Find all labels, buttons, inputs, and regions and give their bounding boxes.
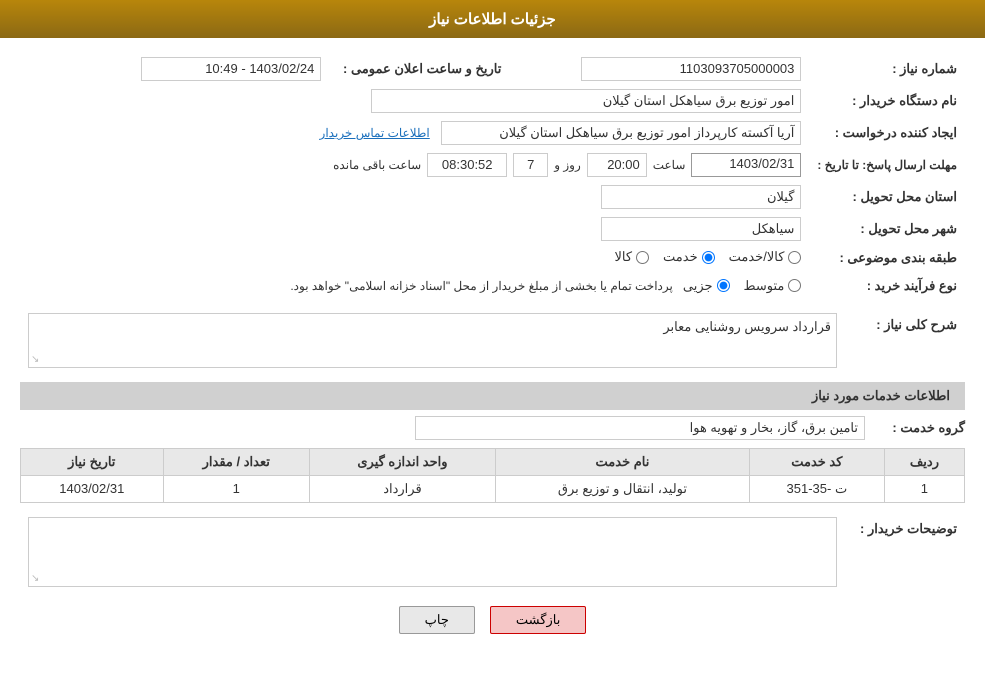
print-button[interactable]: چاپ: [399, 606, 475, 634]
shomare-niaz-value: 1103093705000003: [581, 57, 801, 81]
shahr-value: سیاهکل: [601, 217, 801, 241]
col-radif: ردیف: [884, 448, 964, 475]
radio-kala-khadamat[interactable]: کالا/خدمت: [729, 249, 802, 265]
mohlat-label: مهلت ارسال پاسخ: تا تاریخ :: [809, 149, 965, 181]
cell-radif: 1: [884, 475, 964, 502]
tarikh-label: تاریخ و ساعت اعلان عمومی :: [329, 53, 509, 85]
farayand-note: پرداخت تمام یا بخشی از مبلغ خریدار از مح…: [290, 275, 673, 297]
col-code: کد خدمت: [749, 448, 884, 475]
ostan-value: گیلان: [601, 185, 801, 209]
saat-label: ساعت: [653, 158, 686, 172]
ijad-label: ایجاد کننده درخواست :: [809, 117, 965, 149]
cell-name: تولید، انتقال و توزیع برق: [496, 475, 750, 502]
group-label: گروه خدمت :: [875, 420, 965, 436]
mohlat-date: 1403/02/31: [691, 153, 801, 177]
mohlat-saat: 20:00: [587, 153, 647, 177]
nam-dastgah-value: امور توزیع برق سیاهکل استان گیلان: [371, 89, 801, 113]
page-title: جزئیات اطلاعات نیاز: [429, 11, 556, 28]
back-button[interactable]: بازگشت: [490, 606, 586, 634]
radio-khadamat[interactable]: خدمت: [663, 249, 715, 265]
sharh-label: شرح کلی نیاز :: [845, 309, 965, 372]
ostan-label: استان محل تحویل :: [809, 181, 965, 213]
cell-count: 1: [163, 475, 309, 502]
ijad-value: آریا آکسته کارپرداز امور توزیع برق سیاهک…: [441, 121, 801, 145]
services-table: ردیف کد خدمت نام خدمت واحد اندازه گیری ت…: [20, 448, 965, 503]
sharh-table: شرح کلی نیاز : قرارداد سرویس روشنایی معا…: [20, 309, 965, 372]
group-service-row: گروه خدمت : تامین برق، گاز، بخار و تهویه…: [20, 416, 965, 440]
main-info-table: شماره نیاز : 1103093705000003 تاریخ و سا…: [20, 53, 965, 301]
cell-unit: قرارداد: [309, 475, 495, 502]
noe-farayand-label: نوع فرآیند خرید :: [809, 271, 965, 301]
col-date: تاریخ نیاز: [21, 448, 164, 475]
col-unit: واحد اندازه گیری: [309, 448, 495, 475]
mohlat-remaining: 08:30:52: [427, 153, 507, 177]
page-header: جزئیات اطلاعات نیاز: [0, 0, 985, 38]
radio-mottavaset[interactable]: متوسط: [744, 278, 802, 294]
description-label: توضیحات خریدار :: [845, 513, 965, 591]
radio-mottavaset-label: متوسط: [744, 278, 785, 294]
radio-kala[interactable]: کالا: [614, 249, 649, 265]
rooz-label: روز و: [554, 158, 581, 172]
radio-kala-khadamat-label: کالا/خدمت: [729, 249, 785, 265]
col-count: تعداد / مقدار: [163, 448, 309, 475]
nam-dastgah-label: نام دستگاه خریدار :: [809, 85, 965, 117]
description-table: توضیحات خریدار : ↘: [20, 513, 965, 591]
col-name: نام خدمت: [496, 448, 750, 475]
group-value: تامین برق، گاز، بخار و تهویه هوا: [415, 416, 865, 440]
shomare-niaz-label: شماره نیاز :: [809, 53, 965, 85]
radio-kala-label: کالا: [614, 249, 632, 265]
sharh-value: قرارداد سرویس روشنایی معابر: [663, 319, 831, 334]
contact-link[interactable]: اطلاعات تماس خریدار: [320, 126, 430, 140]
farayand-radio-group: متوسط جزیی: [683, 278, 802, 294]
buttons-row: بازگشت چاپ: [20, 606, 965, 634]
mohlat-rooz: 7: [513, 153, 548, 177]
cell-code: ت -35-351: [749, 475, 884, 502]
remaining-label: ساعت باقی مانده: [333, 158, 421, 172]
services-section-header: اطلاعات خدمات مورد نیاز: [20, 382, 965, 410]
radio-khadamat-label: خدمت: [663, 249, 698, 265]
table-row: 1ت -35-351تولید، انتقال و توزیع برققرارد…: [21, 475, 965, 502]
tarikh-value: 1403/02/24 - 10:49: [141, 57, 321, 81]
cell-date: 1403/02/31: [21, 475, 164, 502]
tabaqe-radio-group: کالا/خدمت خدمت کالا: [614, 249, 801, 265]
shahr-label: شهر محل تحویل :: [809, 213, 965, 245]
tabaqe-label: طبقه بندی موضوعی :: [809, 245, 965, 271]
radio-jozi[interactable]: جزیی: [683, 278, 730, 294]
radio-jozi-label: جزیی: [683, 278, 713, 294]
